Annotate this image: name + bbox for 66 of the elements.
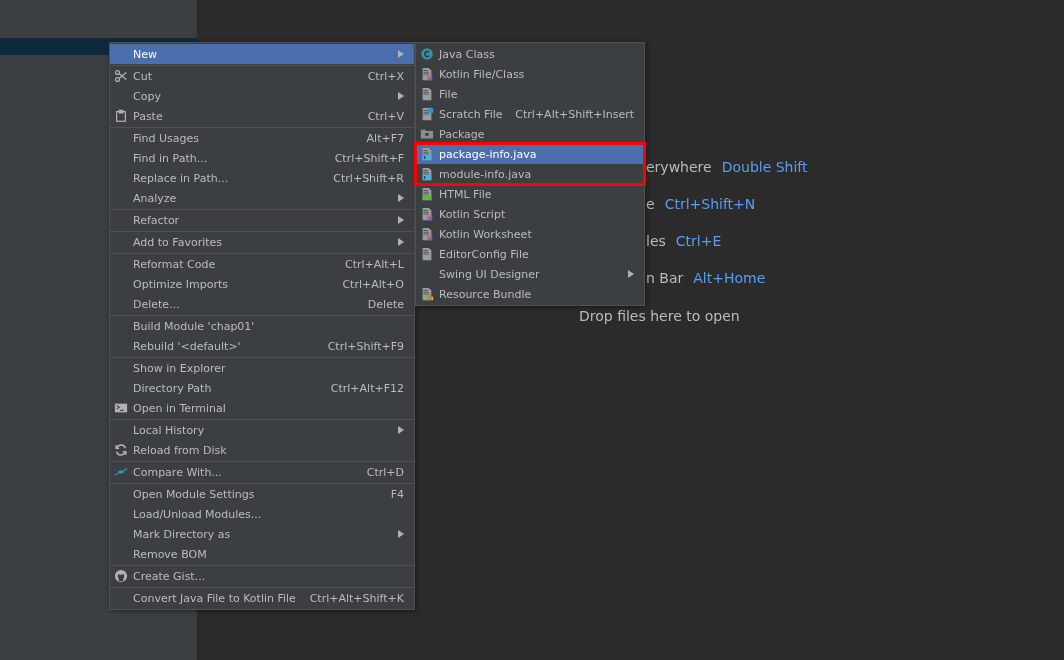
java-file-icon: [420, 147, 434, 161]
menu-item[interactable]: EditorConfig File: [416, 244, 644, 264]
menu-item[interactable]: Add to Favorites: [110, 232, 414, 252]
menu-item[interactable]: Compare With... Ctrl+D: [110, 462, 414, 482]
menu-item[interactable]: Local History: [110, 420, 414, 440]
terminal-icon: [114, 401, 128, 415]
scratch-file-icon: [420, 107, 434, 121]
menu-item[interactable]: Create Gist...: [110, 566, 414, 586]
menu-item[interactable]: module-info.java: [416, 164, 644, 184]
menu-item[interactable]: Directory Path Ctrl+Alt+F12: [110, 378, 414, 398]
file-icon: [420, 87, 434, 101]
menu-item[interactable]: Build Module 'chap01': [110, 316, 414, 336]
menu-item[interactable]: Scratch File Ctrl+Alt+Shift+Insert: [416, 104, 644, 124]
reload-icon: [114, 443, 128, 457]
scissors-icon: [114, 69, 128, 83]
kotlin-file-icon: [420, 207, 434, 221]
cat-logo-icon: [114, 569, 128, 583]
menu-item[interactable]: Reformat Code Ctrl+Alt+L: [110, 254, 414, 274]
html-file-icon: [420, 187, 434, 201]
menu-item[interactable]: Reload from Disk: [110, 440, 414, 460]
menu-item[interactable]: Kotlin Worksheet: [416, 224, 644, 244]
menu-item[interactable]: Show in Explorer: [110, 358, 414, 378]
menu-item[interactable]: Open Module Settings F4: [110, 484, 414, 504]
java-file-icon: [420, 167, 434, 181]
compare-arrows-icon: [114, 465, 128, 479]
hint-shortcut: Ctrl+Shift+N: [664, 195, 756, 214]
drop-hint: Drop files here to open: [579, 307, 740, 326]
menu-item[interactable]: Find in Path... Ctrl+Shift+F: [110, 148, 414, 168]
menu-item[interactable]: Find Usages Alt+F7: [110, 128, 414, 148]
menu-item[interactable]: Replace in Path... Ctrl+Shift+R: [110, 168, 414, 188]
menu-item[interactable]: Analyze: [110, 188, 414, 208]
menu-item[interactable]: Remove BOM: [110, 544, 414, 564]
folder-icon: [420, 127, 434, 141]
menu-item[interactable]: Swing UI Designer: [416, 264, 644, 284]
menu-item[interactable]: Java Class: [416, 44, 644, 64]
menu-item[interactable]: Convert Java File to Kotlin File Ctrl+Alt+Shift+K: [110, 588, 414, 608]
menu-item[interactable]: Optimize Imports Ctrl+Alt+O: [110, 274, 414, 294]
menu-item[interactable]: Mark Directory as: [110, 524, 414, 544]
menu-item[interactable]: Load/Unload Modules...: [110, 504, 414, 524]
class-icon: [420, 47, 434, 61]
clipboard-icon: [114, 109, 128, 123]
hint-shortcut: Double Shift: [721, 158, 808, 177]
menu-item[interactable]: Delete... Delete: [110, 294, 414, 314]
hint-shortcut: Alt+Home: [693, 269, 766, 288]
menu-item[interactable]: Open in Terminal: [110, 398, 414, 418]
menu-item[interactable]: Cut Ctrl+X: [110, 66, 414, 86]
hint-label: e: [646, 195, 655, 214]
hint-shortcut: Ctrl+E: [675, 232, 722, 251]
menu-item[interactable]: Refactor: [110, 210, 414, 230]
hint-label: erywhere: [646, 158, 712, 177]
menu-item[interactable]: Kotlin File/Class: [416, 64, 644, 84]
menu-item[interactable]: package-info.java: [416, 144, 644, 164]
menu-item[interactable]: Resource Bundle: [416, 284, 644, 304]
menu-item[interactable]: New: [110, 44, 414, 64]
bar-chart-file-icon: [420, 287, 434, 301]
kotlin-file-icon: [420, 67, 434, 81]
menu-item[interactable]: Rebuild '<default>' Ctrl+Shift+F9: [110, 336, 414, 356]
menu-item[interactable]: HTML File: [416, 184, 644, 204]
hint-label: les: [646, 232, 666, 251]
menu-item[interactable]: Paste Ctrl+V: [110, 106, 414, 126]
menu-item[interactable]: File: [416, 84, 644, 104]
menu-item[interactable]: Copy: [110, 86, 414, 106]
menu-item[interactable]: Kotlin Script: [416, 204, 644, 224]
hint-label: n Bar: [646, 269, 684, 288]
menu-item[interactable]: Package: [416, 124, 644, 144]
kotlin-file-icon: [420, 227, 434, 241]
